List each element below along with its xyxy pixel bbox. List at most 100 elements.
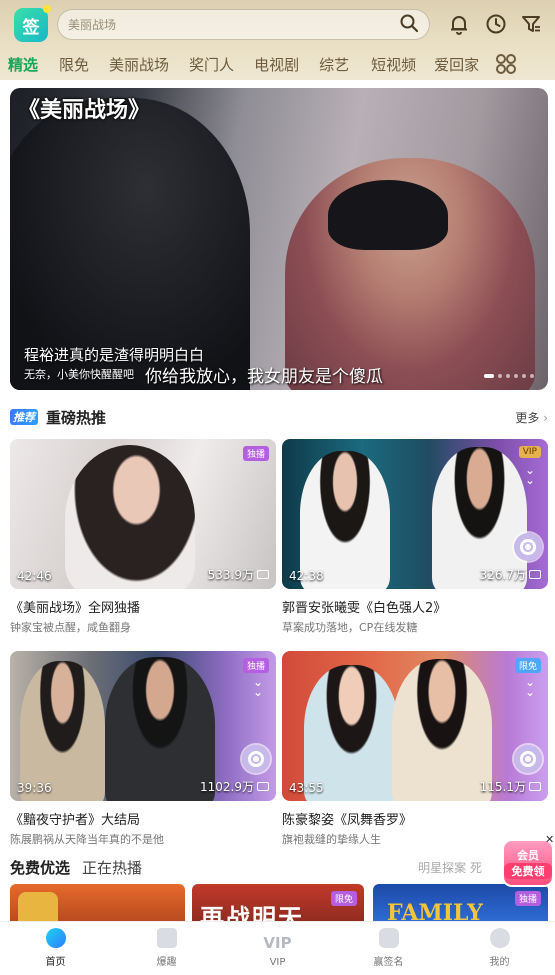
nav-profile[interactable]: 我的 — [444, 922, 555, 975]
chevron-right-icon: › — [543, 410, 548, 425]
free-video-card[interactable]: 独播 FAMILY — [373, 884, 548, 924]
banner-pagination — [484, 374, 534, 378]
more-link[interactable]: 更多 › — [515, 409, 548, 426]
card-subtitle: 陈展鹏祸从天降当年真的不是他 — [10, 833, 164, 846]
history-icon[interactable] — [484, 12, 508, 36]
nav-label: 首页 — [45, 957, 66, 968]
bell-icon[interactable] — [447, 12, 471, 36]
thumb-figure — [105, 657, 215, 801]
tv-icon — [156, 928, 177, 948]
tv-icon — [257, 570, 269, 579]
card-title[interactable]: 陈豪黎姿《凤舞香罗》 — [282, 809, 548, 828]
card-title[interactable]: 郭晋安张曦雯《白色强人2》 — [282, 597, 548, 616]
play-count: 115.1万 — [480, 778, 541, 795]
vip-icon: VIP — [263, 934, 292, 952]
section-header-free: 免费优选 正在热播 明星探案 死 — [10, 856, 548, 878]
film-reel-icon — [242, 745, 270, 773]
nav-home[interactable]: 首页 — [0, 922, 111, 975]
nav-label: 赢签名 — [373, 957, 404, 968]
thumb-object — [18, 892, 58, 924]
tab-now-playing[interactable]: 正在热播 — [82, 857, 142, 878]
vip-badge: VIP — [518, 446, 541, 458]
hero-banner[interactable]: 《美丽战场》 程裕进真的是渣得明明白白 无奈，小美你快醒醒吧 你给我放心，我女朋… — [10, 88, 548, 390]
video-card[interactable]: 独播 ⌄ ⌄ 39:36 1102.9万 《黯夜守护者》大结局 陈展鹏祸从天降当年… — [10, 651, 276, 847]
nav-label: 爆趣 — [156, 957, 177, 968]
promo-line2: 免费领 — [504, 863, 552, 879]
card-subtitle: 钟家宝被点醒，咸鱼翻身 — [10, 621, 131, 634]
thumb-figure — [20, 661, 105, 801]
tab-variety[interactable]: 综艺 — [319, 54, 349, 75]
duration-label: 43:55 — [289, 781, 324, 795]
film-reel-icon — [514, 745, 542, 773]
nav-label: VIP — [269, 957, 286, 968]
film-reel-icon — [514, 533, 542, 561]
free-badge: 限免 — [330, 891, 357, 906]
duration-label: 42:38 — [289, 569, 324, 583]
tab-gameshow[interactable]: 奖门人 — [189, 54, 234, 75]
chevron-down-icon: ⌄ ⌄ — [524, 675, 536, 699]
duration-label: 42:46 — [17, 569, 52, 583]
search-bar[interactable] — [57, 9, 430, 40]
video-thumbnail[interactable]: 独播 ⌄ ⌄ 39:36 1102.9万 — [10, 651, 276, 801]
category-tabs: 精选 限免 美丽战场 奖门人 电视剧 综艺 短视频 爱回家 — [0, 50, 555, 78]
app-logo[interactable]: 签 — [14, 5, 51, 42]
bottom-nav: 首页 爆趣 VIP VIP 赢签名 我的 — [0, 921, 555, 975]
chevron-down-icon: ⌄ ⌄ — [252, 675, 264, 699]
tv-icon — [529, 782, 541, 791]
app-logo-text: 签 — [22, 17, 40, 38]
close-icon[interactable]: ✕ — [545, 833, 554, 846]
exclusive-badge: 独播 — [242, 658, 269, 673]
duration-label: 39:36 — [17, 781, 52, 795]
top-header: 签 精选 限免 美丽战场 奖门人 电视剧 综艺 短视频 爱回家 — [0, 0, 555, 80]
video-card[interactable]: 独播 42:46 533.9万 《美丽战场》全网独播 钟家宝被点醒，咸鱼翻身 — [10, 439, 276, 635]
thumb-figure — [65, 445, 195, 589]
tab-beautiful-battlefield[interactable]: 美丽战场 — [109, 54, 169, 75]
nav-autograph[interactable]: 赢签名 — [333, 922, 444, 975]
nav-trending[interactable]: 爆趣 — [111, 922, 222, 975]
scroll-hint-text: 明星探案 死 — [418, 860, 482, 875]
section-title: 重磅热推 — [46, 408, 107, 427]
promo-line1: 会员 — [517, 849, 539, 862]
exclusive-badge: 独播 — [242, 446, 269, 461]
tab-featured[interactable]: 精选 — [8, 54, 38, 75]
banner-title: 《美丽战场》 — [18, 98, 151, 123]
tab-free[interactable]: 限免 — [59, 54, 89, 75]
card-title[interactable]: 《黯夜守护者》大结局 — [10, 809, 276, 828]
logo-dot — [43, 5, 51, 13]
play-count: 1102.9万 — [200, 778, 269, 795]
tv-icon — [257, 782, 269, 791]
grid-menu-icon[interactable] — [495, 53, 517, 75]
chevron-down-icon: ⌄ ⌄ — [524, 463, 536, 487]
tab-free-picks[interactable]: 免费优选 — [10, 857, 70, 878]
banner-sub-caption: 无奈，小美你快醒醒吧 — [24, 368, 134, 381]
video-card[interactable]: VIP ⌄ ⌄ 42:38 326.7万 郭晋安张曦雯《白色强人2》 草案成功落地… — [282, 439, 548, 635]
tab-come-home-love[interactable]: 爱回家 — [434, 54, 479, 75]
home-icon — [45, 928, 66, 948]
tab-tv-series[interactable]: 电视剧 — [254, 54, 299, 75]
free-video-card[interactable]: 限免 再战明天 — [192, 884, 364, 924]
play-count: 533.9万 — [208, 566, 269, 583]
nav-vip[interactable]: VIP VIP — [222, 922, 333, 975]
recommend-badge: 推荐 — [10, 409, 38, 425]
card-title[interactable]: 《美丽战场》全网独播 — [10, 597, 276, 616]
section-header-recommended: 推荐 重磅热推 更多 › — [10, 406, 548, 428]
thumb-figure — [392, 659, 492, 801]
video-thumbnail[interactable]: 限免 ⌄ ⌄ 43:55 115.1万 — [282, 651, 548, 801]
video-card[interactable]: 限免 ⌄ ⌄ 43:55 115.1万 陈豪黎姿《凤舞香罗》 旗袍裁缝的挚缘人生 — [282, 651, 548, 847]
card-subtitle: 草案成功落地，CP在线发糖 — [282, 621, 418, 634]
banner-video-subtitle: 你给我放心，我女朋友是个傻瓜 — [145, 367, 383, 387]
tab-short-video[interactable]: 短视频 — [371, 54, 416, 75]
exclusive-badge: 独播 — [514, 891, 541, 906]
search-input[interactable] — [68, 17, 399, 32]
video-thumbnail[interactable]: VIP ⌄ ⌄ 42:38 326.7万 — [282, 439, 548, 589]
play-count: 326.7万 — [480, 566, 541, 583]
banner-figure-hair — [328, 180, 448, 250]
signature-icon — [378, 928, 399, 948]
search-icon[interactable] — [399, 13, 419, 37]
filter-icon[interactable] — [519, 12, 543, 36]
nav-label: 我的 — [489, 957, 510, 968]
free-badge: 限免 — [514, 658, 541, 673]
video-thumbnail[interactable]: 独播 42:46 533.9万 — [10, 439, 276, 589]
user-icon — [489, 928, 510, 948]
free-video-card[interactable] — [10, 884, 185, 924]
